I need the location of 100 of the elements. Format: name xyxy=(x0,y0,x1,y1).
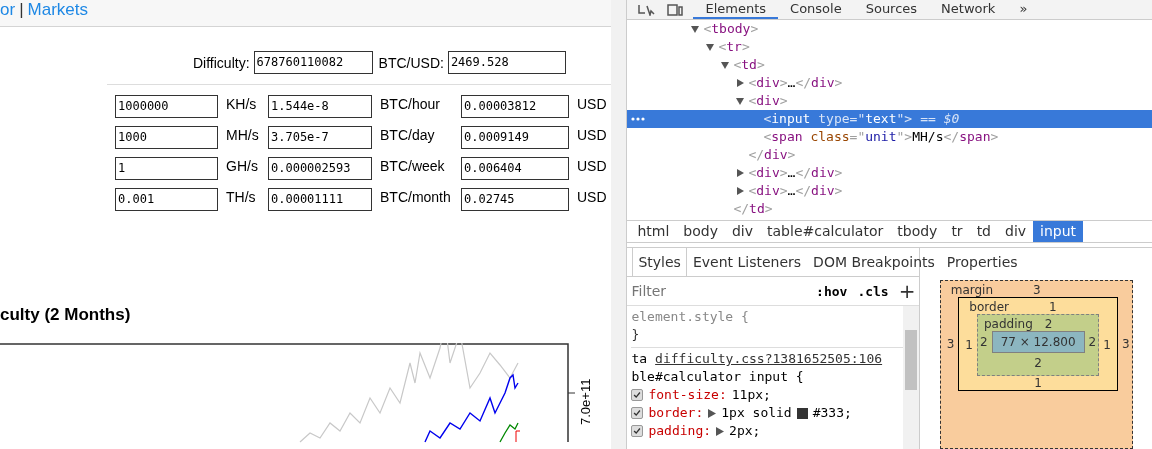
box-value: 3 xyxy=(1121,337,1130,351)
content-box: 77 × 12.800 xyxy=(991,331,1085,353)
devtools-tab[interactable]: Sources xyxy=(853,0,930,19)
color-swatch[interactable] xyxy=(796,407,808,419)
price-label: BTC/USD: xyxy=(378,54,444,71)
class-toggle[interactable]: .cls xyxy=(857,283,889,299)
btc-field[interactable]: 3.705e-7 xyxy=(268,126,372,149)
box-value: 3 xyxy=(946,337,955,351)
difficulty-label: Difficulty: xyxy=(193,54,250,71)
dom-node[interactable]: <div>…</div> xyxy=(627,182,1152,200)
unit-label: KH/s xyxy=(226,95,258,113)
expand-caret-icon[interactable] xyxy=(716,426,725,436)
dom-closing-tag: </div> xyxy=(627,146,1152,164)
css-property-value: 11px; xyxy=(731,386,771,404)
inspect-icon[interactable] xyxy=(637,3,656,16)
dom-node[interactable]: <div>…</div> xyxy=(627,164,1152,182)
devtools-tab[interactable]: Network xyxy=(929,0,1008,19)
devtools-tab[interactable]: Elements xyxy=(693,0,779,19)
dom-node[interactable]: <tr> xyxy=(627,38,1152,56)
expanded-caret-icon[interactable] xyxy=(691,25,700,33)
dom-node[interactable]: <span class="unit">MH/s</span> xyxy=(627,128,1152,146)
period-label: BTC/month xyxy=(380,188,452,206)
dom-node[interactable]: <div> xyxy=(627,92,1152,110)
box-label: margin xyxy=(950,283,994,297)
breadcrumb[interactable]: html xyxy=(630,221,677,242)
css-property-name: padding: xyxy=(648,422,712,440)
dom-node[interactable]: <tbody> xyxy=(627,20,1152,38)
scrollbar[interactable] xyxy=(903,306,920,449)
rule-selector: ble#calculator input { xyxy=(631,368,805,386)
btc-field[interactable]: 0.000002593 xyxy=(268,157,372,180)
breadcrumb[interactable]: body xyxy=(676,221,725,242)
css-property-name: font-size: xyxy=(648,386,727,404)
property-checkbox[interactable] xyxy=(631,407,644,419)
devtools-tab[interactable]: Console xyxy=(778,0,854,19)
btc-field[interactable]: 1.544e-8 xyxy=(268,95,372,118)
styles-tab[interactable]: DOM Breakpoints xyxy=(807,247,941,276)
box-value: 2 xyxy=(980,335,988,349)
styles-tab[interactable]: Event Listeners xyxy=(686,247,808,276)
breadcrumb[interactable]: input xyxy=(1033,221,1084,242)
expanded-caret-icon[interactable] xyxy=(706,43,715,51)
dom-node[interactable]: <div>…</div> xyxy=(627,74,1152,92)
usd-field[interactable]: 0.00003812 xyxy=(461,95,569,118)
btc-field[interactable]: 0.00001111 xyxy=(268,188,372,211)
breadcrumb[interactable]: td xyxy=(969,221,998,242)
breadcrumb[interactable]: div xyxy=(724,221,761,242)
period-label: BTC/week xyxy=(380,157,446,175)
price-field[interactable]: 2469.528 xyxy=(447,51,566,74)
more-icon[interactable] xyxy=(631,117,646,121)
period-label: BTC/day xyxy=(380,126,436,144)
breadcrumb[interactable]: table#calculator xyxy=(760,221,891,242)
currency-label: USD xyxy=(577,157,607,175)
property-checkbox[interactable] xyxy=(631,425,644,437)
rule-brace: } xyxy=(631,326,641,344)
styles-tab[interactable]: Properties xyxy=(940,247,1024,276)
css-property-value: 1px solid xyxy=(721,404,792,422)
chart-title: culty (2 Months) xyxy=(0,305,131,325)
hover-toggle[interactable]: :hov xyxy=(816,283,848,299)
property-checkbox[interactable] xyxy=(631,389,644,401)
expand-caret-icon[interactable] xyxy=(708,408,717,418)
usd-field[interactable]: 0.006404 xyxy=(461,157,569,180)
css-property-name: border: xyxy=(648,404,704,422)
box-value: 1 xyxy=(1103,338,1111,352)
more-tabs-button[interactable]: » xyxy=(1007,0,1040,19)
hashrate-field[interactable]: 1000 xyxy=(115,126,218,149)
box-label: padding xyxy=(984,317,1033,331)
collapsed-caret-icon[interactable] xyxy=(736,187,745,195)
collapsed-caret-icon[interactable] xyxy=(736,169,745,177)
dom-node[interactable]: <td> xyxy=(627,56,1152,74)
usd-field[interactable]: 0.02745 xyxy=(461,188,569,211)
period-label: BTC/hour xyxy=(380,95,441,113)
css-property-value: 2px; xyxy=(729,422,761,440)
box-value: 3 xyxy=(1033,283,1041,297)
collapsed-caret-icon[interactable] xyxy=(736,79,745,87)
device-icon[interactable] xyxy=(667,3,684,16)
difficulty-field[interactable]: 678760110082 xyxy=(253,51,373,74)
axis-tick-label: 7.0e+11 xyxy=(578,378,593,425)
expanded-caret-icon[interactable] xyxy=(736,97,745,105)
unit-label: GH/s xyxy=(226,157,259,175)
breadcrumb[interactable]: tr xyxy=(944,221,970,242)
box-value: 1 xyxy=(1049,300,1057,314)
breadcrumb[interactable]: tbody xyxy=(890,221,945,242)
expanded-caret-icon[interactable] xyxy=(721,61,730,69)
box-value: 2 xyxy=(1044,317,1053,331)
rule-selector: element.style { xyxy=(631,308,750,326)
hashrate-field[interactable]: 1000000 xyxy=(115,95,218,118)
styles-tab[interactable]: Styles xyxy=(632,247,687,276)
dom-closing-tag: </td> xyxy=(627,200,1152,218)
unit-label: TH/s xyxy=(226,188,257,206)
box-value: 1 xyxy=(1033,376,1043,390)
currency-label: USD xyxy=(577,188,607,206)
usd-field[interactable]: 0.0009149 xyxy=(461,126,569,149)
rule-selector: ta xyxy=(631,350,648,368)
add-rule-button[interactable]: + xyxy=(898,281,916,301)
color-value: #333; xyxy=(812,404,852,422)
source-link[interactable]: difficulty.css?1381652505:106 xyxy=(655,350,883,368)
dom-node[interactable]: <input type="text"> == $0 xyxy=(627,110,1152,128)
hashrate-field[interactable]: 0.001 xyxy=(115,188,218,211)
scrollbar[interactable] xyxy=(611,0,627,449)
hashrate-field[interactable]: 1 xyxy=(115,157,218,180)
breadcrumb[interactable]: div xyxy=(998,221,1034,242)
